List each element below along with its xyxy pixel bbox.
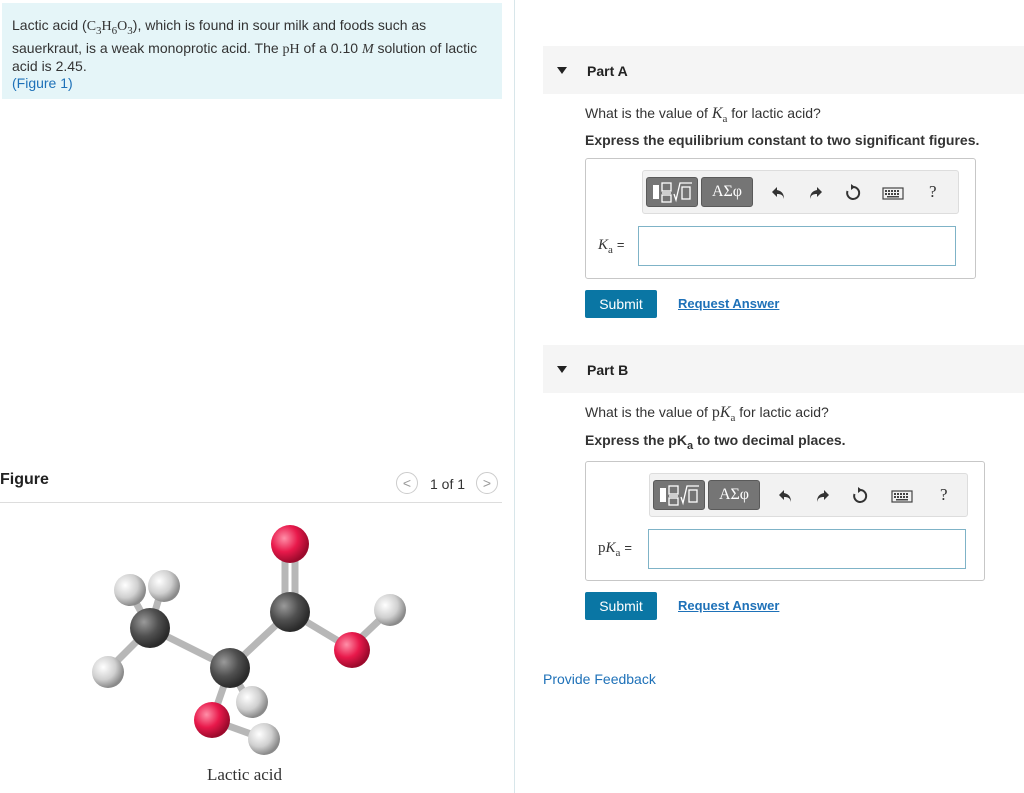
template-icon[interactable] [653, 480, 705, 510]
formula-c: C [86, 19, 97, 34]
instruction-pre: Express the pK [585, 432, 687, 448]
part-b-answer-input[interactable] [648, 529, 966, 569]
label-sub: a [608, 244, 613, 256]
collapse-triangle-icon[interactable] [557, 366, 567, 373]
label-k: K [598, 237, 609, 253]
part-b-answer-box: ΑΣφ ? pKa = [585, 461, 985, 581]
problem-text: Lactic acid ( [12, 17, 87, 33]
greek-symbols-icon[interactable]: ΑΣφ [708, 480, 760, 510]
question-text: What is the value of [585, 105, 712, 121]
oxygen-atom [271, 525, 309, 563]
instruction-post: to two decimal places. [693, 432, 846, 448]
undo-icon[interactable] [776, 486, 796, 506]
chevron-left-icon[interactable]: < [396, 472, 418, 494]
molecule-caption: Lactic acid [207, 765, 283, 784]
part-b-answer-label: pKa = [598, 540, 632, 559]
problem-statement: Lactic acid (C3H6O3), which is found in … [2, 3, 502, 99]
hydrogen-atom [248, 723, 280, 755]
part-a-request-answer-link[interactable]: Request Answer [678, 296, 779, 311]
chevron-right-icon[interactable]: > [476, 472, 498, 494]
part-b-request-answer-link[interactable]: Request Answer [678, 598, 779, 613]
hydrogen-atom [374, 594, 406, 626]
reset-icon[interactable] [843, 183, 863, 203]
part-a-question: What is the value of Ka for lactic acid? [585, 105, 821, 125]
problem-text-3: of a 0.10 [299, 39, 362, 56]
hydrogen-atom [236, 686, 268, 718]
label-k: K [605, 540, 616, 556]
question-text-post: for lactic acid? [727, 105, 821, 121]
label-p: p [598, 540, 606, 556]
part-b-question: What is the value of pKa for lactic acid… [585, 404, 829, 424]
formula-h: H [101, 19, 112, 34]
carbon-atom [270, 592, 310, 632]
part-b-math-toolbar: ΑΣφ ? [649, 473, 968, 517]
part-a-answer-box: ΑΣφ ? Ka = [585, 158, 976, 279]
help-icon[interactable]: ? [929, 182, 937, 202]
part-a-answer-label: Ka = [598, 237, 625, 256]
part-a-title: Part A [587, 63, 628, 79]
part-b-submit-button[interactable]: Submit [585, 592, 657, 620]
collapse-triangle-icon[interactable] [557, 67, 567, 74]
label-eq: = [616, 237, 625, 252]
ph-symbol: pH [282, 41, 300, 57]
column-divider [514, 0, 515, 793]
part-a-header[interactable]: Part A [543, 46, 1024, 94]
question-text: What is the value of [585, 404, 712, 420]
keyboard-icon[interactable] [890, 486, 914, 506]
greek-symbols-icon[interactable]: ΑΣφ [701, 177, 753, 207]
part-a-math-toolbar: ΑΣφ ? [642, 170, 959, 214]
part-b-instruction: Express the pKa to two decimal places. [585, 432, 846, 452]
pk-k: K [719, 404, 731, 421]
keyboard-icon[interactable] [881, 183, 905, 203]
oxygen-atom [194, 702, 230, 738]
provide-feedback-link[interactable]: Provide Feedback [543, 671, 656, 687]
part-a-instruction: Express the equilibrium constant to two … [585, 132, 980, 148]
question-text-post: for lactic acid? [735, 404, 829, 420]
part-a-submit-button[interactable]: Submit [585, 290, 657, 318]
label-sub: a [615, 547, 621, 559]
help-icon[interactable]: ? [940, 485, 948, 505]
carbon-atom [210, 648, 250, 688]
figure-page-count: 1 of 1 [430, 476, 466, 492]
redo-icon[interactable] [805, 183, 825, 203]
part-b-title: Part B [587, 362, 629, 378]
k-symbol: K [711, 105, 723, 122]
template-icon[interactable] [646, 177, 698, 207]
reset-icon[interactable] [850, 486, 870, 506]
molar-symbol: M [361, 41, 374, 57]
formula-o: O [117, 19, 128, 34]
label-eq: = [624, 540, 632, 555]
part-b-header[interactable]: Part B [543, 345, 1024, 393]
part-a-answer-input[interactable] [638, 226, 956, 266]
redo-icon[interactable] [812, 486, 832, 506]
hydrogen-atom [148, 570, 180, 602]
lactic-acid-molecule-image [92, 525, 406, 755]
hydrogen-atom [92, 656, 124, 688]
figure-link[interactable]: (Figure 1) [12, 75, 73, 91]
undo-icon[interactable] [769, 183, 789, 203]
hydrogen-atom [114, 574, 146, 606]
oxygen-atom [334, 632, 370, 668]
pk-p: p [711, 404, 720, 421]
figure-header: Figure < 1 of 1 > [0, 468, 502, 503]
figure-title: Figure [0, 471, 49, 488]
carbon-atom [130, 608, 170, 648]
